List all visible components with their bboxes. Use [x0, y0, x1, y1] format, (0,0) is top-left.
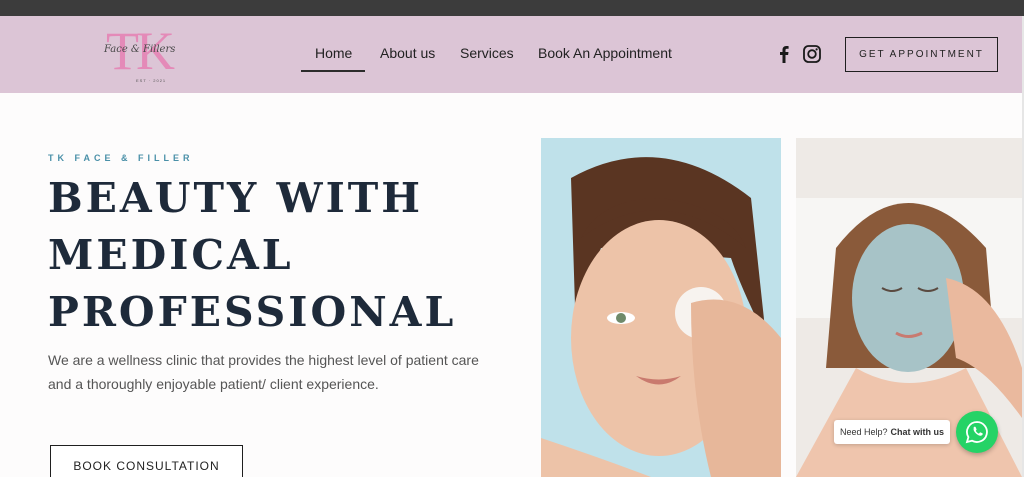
chat-prompt[interactable]: Need Help? Chat with us — [834, 420, 950, 444]
chat-prefix: Need Help? — [839, 427, 888, 437]
nav-home[interactable]: Home — [315, 45, 352, 61]
headline-line: MEDICAL — [48, 231, 294, 279]
nav-active-indicator — [301, 70, 365, 72]
nav-services[interactable]: Services — [460, 45, 514, 61]
logo-tagline: EST · 2021 — [136, 78, 167, 83]
chat-action: Chat with us — [890, 427, 945, 437]
nav-about-us[interactable]: About us — [380, 45, 435, 61]
logo-script: Face & Fillers — [104, 44, 176, 55]
headline-line: PROFESSIONAL — [48, 288, 457, 336]
headline-line: BEAUTY WITH — [48, 174, 423, 222]
book-consultation-button[interactable]: BOOK CONSULTATION — [50, 445, 243, 477]
site-logo[interactable]: TK Face & Fillers EST · 2021 — [104, 21, 186, 86]
hero-headline: BEAUTY WITH MEDICAL PROFESSIONAL — [48, 170, 488, 341]
instagram-icon[interactable] — [802, 44, 822, 64]
hero-image-face-cleansing — [541, 138, 781, 477]
browser-top-bar — [0, 0, 1024, 16]
hero-eyebrow: TK FACE & FILLER — [48, 153, 194, 163]
get-appointment-button[interactable]: GET APPOINTMENT — [845, 37, 998, 72]
site-header: TK Face & Fillers EST · 2021 Home About … — [0, 16, 1022, 93]
nav-book-appointment[interactable]: Book An Appointment — [538, 45, 672, 61]
hero-description: We are a wellness clinic that provides t… — [48, 352, 479, 392]
whatsapp-icon[interactable] — [956, 411, 998, 453]
facebook-icon[interactable] — [774, 44, 794, 64]
